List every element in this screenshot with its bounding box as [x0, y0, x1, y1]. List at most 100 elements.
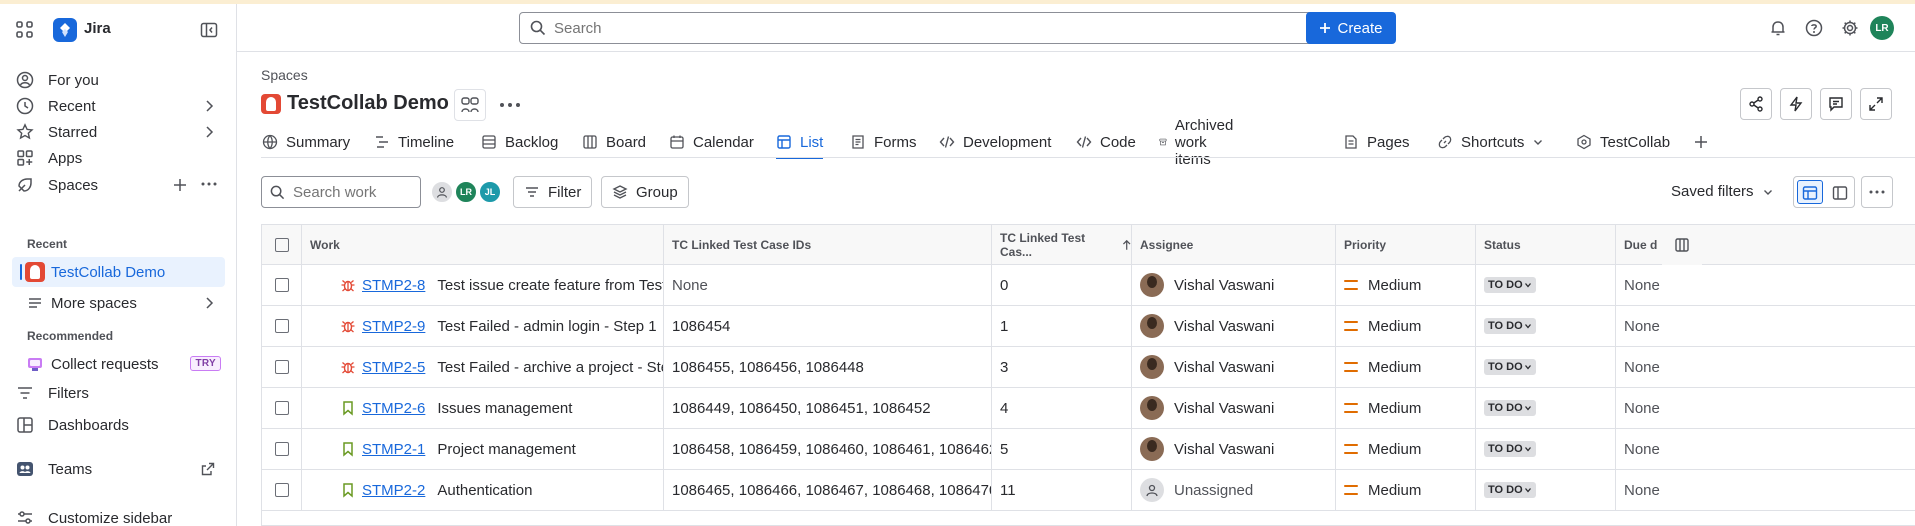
- work-item-key[interactable]: STMP2-2: [362, 482, 425, 499]
- sidebar-item-apps[interactable]: Apps: [12, 143, 225, 173]
- tab-list[interactable]: List: [776, 127, 824, 159]
- automation-button[interactable]: [1780, 88, 1812, 120]
- tab-testcollab[interactable]: TestCollab: [1576, 127, 1670, 157]
- global-search[interactable]: [519, 12, 1335, 44]
- create-button[interactable]: Create: [1306, 12, 1396, 44]
- help-icon[interactable]: [1804, 18, 1824, 38]
- notifications-bell-icon[interactable]: [1768, 18, 1788, 38]
- due-cell[interactable]: None: [1616, 429, 1736, 469]
- table-row[interactable]: STMP2-2 Authentication 1086465, 1086466, 1…: [262, 470, 1915, 511]
- search-work-input[interactable]: [293, 183, 413, 201]
- try-badge[interactable]: TRY: [190, 356, 221, 371]
- row-checkbox[interactable]: [274, 319, 289, 333]
- filter-button[interactable]: Filter: [513, 176, 593, 208]
- tab-calendar[interactable]: Calendar: [669, 127, 754, 157]
- due-cell[interactable]: None: [1616, 306, 1736, 346]
- external-link-icon[interactable]: [201, 462, 215, 476]
- tab-code[interactable]: Code: [1076, 127, 1136, 157]
- due-cell[interactable]: None: [1616, 388, 1736, 428]
- sidebar-item-more-spaces[interactable]: More spaces: [12, 288, 225, 318]
- tab-board[interactable]: Board: [582, 127, 646, 157]
- row-checkbox[interactable]: [274, 278, 289, 292]
- work-item-key[interactable]: STMP2-6: [362, 400, 425, 417]
- settings-gear-icon[interactable]: [1840, 18, 1860, 38]
- status-badge[interactable]: TO DO: [1484, 400, 1536, 416]
- status-badge[interactable]: TO DO: [1484, 359, 1536, 375]
- more-horizontal-icon[interactable]: [201, 182, 217, 186]
- search-work[interactable]: [261, 176, 421, 208]
- tab-forms[interactable]: Forms: [850, 127, 917, 157]
- status-badge[interactable]: TO DO: [1484, 482, 1536, 498]
- work-item-key[interactable]: STMP2-8: [362, 277, 425, 294]
- collapse-sidebar-icon[interactable]: [200, 21, 218, 39]
- work-item-summary[interactable]: Issues management: [437, 400, 572, 417]
- tab-summary[interactable]: Summary: [262, 127, 350, 157]
- row-checkbox[interactable]: [274, 442, 289, 456]
- row-checkbox[interactable]: [274, 483, 289, 497]
- assignee-cell[interactable]: Vishal Vaswani: [1132, 388, 1336, 428]
- plus-icon[interactable]: [173, 178, 187, 192]
- tab-timeline[interactable]: Timeline: [374, 127, 454, 157]
- sidebar-item-filters[interactable]: Filters: [12, 378, 225, 408]
- sidebar-item-teams[interactable]: Teams: [12, 454, 225, 484]
- tab-archived-work-items[interactable]: Archived work items: [1159, 117, 1241, 168]
- table-row[interactable]: STMP2-1 Project management 1086458, 108645…: [262, 429, 1915, 470]
- column-header-work[interactable]: Work: [302, 225, 664, 265]
- column-header-tc-ids[interactable]: TC Linked Test Case IDs: [664, 225, 992, 265]
- share-button[interactable]: [1740, 88, 1772, 120]
- priority-cell[interactable]: Medium: [1336, 347, 1476, 387]
- feedback-button[interactable]: [1820, 88, 1852, 120]
- tc-ids-cell[interactable]: 1086465, 1086466, 1086467, 1086468, 1086…: [664, 470, 992, 510]
- row-checkbox[interactable]: [274, 401, 289, 415]
- jira-logo-icon[interactable]: [53, 18, 77, 42]
- status-badge[interactable]: TO DO: [1484, 441, 1536, 457]
- tab-pages[interactable]: Pages: [1343, 127, 1410, 157]
- more-options-button[interactable]: [1861, 176, 1893, 208]
- priority-cell[interactable]: Medium: [1336, 265, 1476, 305]
- column-header-priority[interactable]: Priority: [1336, 225, 1476, 265]
- column-picker-button[interactable]: [1662, 225, 1702, 265]
- status-badge[interactable]: TO DO: [1484, 277, 1536, 293]
- table-row[interactable]: STMP2-9 Test Failed - admin login - Step …: [262, 306, 1915, 347]
- add-tab-button[interactable]: [1693, 127, 1709, 157]
- priority-cell[interactable]: Medium: [1336, 388, 1476, 428]
- assignee-cell[interactable]: Unassigned: [1132, 470, 1336, 510]
- column-header-status[interactable]: Status: [1476, 225, 1616, 265]
- sidebar-item-customize[interactable]: Customize sidebar: [12, 503, 225, 526]
- work-item-summary[interactable]: Test issue create feature from Test Coll…: [437, 277, 663, 294]
- table-row[interactable]: STMP2-5 Test Failed - archive a project -…: [262, 347, 1915, 388]
- more-horizontal-icon[interactable]: [498, 96, 522, 114]
- table-row[interactable]: STMP2-8 Test issue create feature from Te…: [262, 265, 1915, 306]
- breadcrumb[interactable]: Spaces: [261, 67, 308, 83]
- work-item-key[interactable]: STMP2-9: [362, 318, 425, 335]
- unassigned-filter-avatar[interactable]: [430, 180, 454, 204]
- team-button[interactable]: [454, 89, 486, 121]
- tab-development[interactable]: Development: [939, 127, 1051, 157]
- priority-cell[interactable]: Medium: [1336, 429, 1476, 469]
- saved-filters-dropdown[interactable]: Saved filters: [1671, 183, 1774, 200]
- select-all-checkbox[interactable]: [274, 238, 289, 252]
- user-avatar-filter[interactable]: LR: [454, 180, 478, 204]
- assignee-cell[interactable]: Vishal Vaswani: [1132, 429, 1336, 469]
- due-cell[interactable]: None: [1616, 347, 1736, 387]
- due-cell[interactable]: None: [1616, 470, 1736, 510]
- assignee-cell[interactable]: Vishal Vaswani: [1132, 265, 1336, 305]
- sidebar-item-testcollab-demo[interactable]: TestCollab Demo: [12, 257, 225, 287]
- work-item-summary[interactable]: Authentication: [437, 482, 532, 499]
- tab-backlog[interactable]: Backlog: [481, 127, 558, 157]
- work-item-summary[interactable]: Test Failed - archive a project - Step 7: [437, 359, 663, 376]
- assignee-cell[interactable]: Vishal Vaswani: [1132, 347, 1336, 387]
- row-checkbox[interactable]: [274, 360, 289, 374]
- app-name[interactable]: Jira: [84, 20, 111, 37]
- status-badge[interactable]: TO DO: [1484, 318, 1536, 334]
- tc-ids-cell[interactable]: 1086449, 1086450, 1086451, 1086452: [664, 388, 992, 428]
- work-item-key[interactable]: STMP2-1: [362, 441, 425, 458]
- column-header-tc-count[interactable]: TC Linked Test Cas...: [992, 225, 1132, 265]
- app-switcher-icon[interactable]: [15, 20, 35, 40]
- due-cell[interactable]: None: [1616, 265, 1736, 305]
- column-header-assignee[interactable]: Assignee: [1132, 225, 1336, 265]
- user-avatar-filter[interactable]: JL: [478, 180, 502, 204]
- sidebar-item-spaces[interactable]: Spaces: [12, 170, 225, 200]
- profile-avatar[interactable]: LR: [1870, 16, 1894, 40]
- tc-ids-cell[interactable]: 1086458, 1086459, 1086460, 1086461, 1086…: [664, 429, 992, 469]
